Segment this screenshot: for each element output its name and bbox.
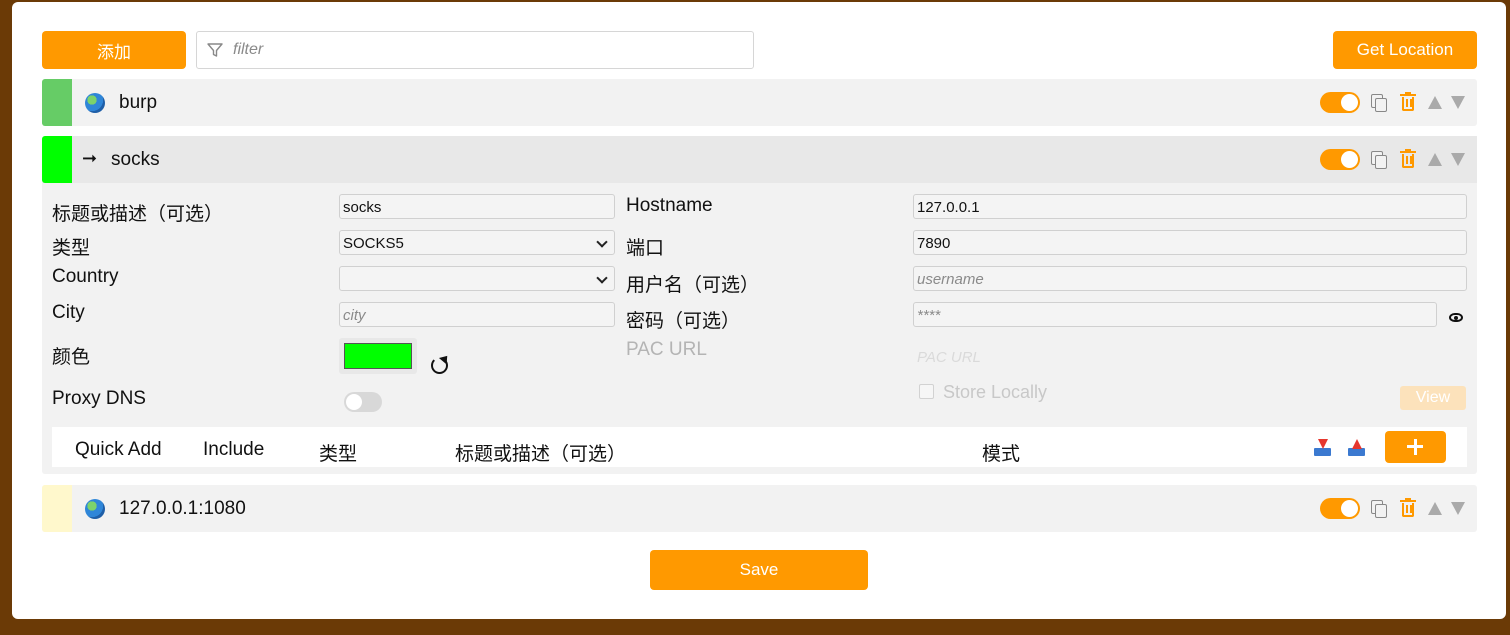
proxy-controls — [1320, 92, 1465, 113]
port-label: 端口 — [626, 238, 665, 259]
arrow-right-icon: ➞ — [82, 148, 98, 168]
title-label: 标题或描述（可选） — [52, 204, 224, 225]
duplicate-icon[interactable] — [1371, 94, 1387, 112]
eye-icon[interactable] — [1449, 313, 1463, 322]
save-button[interactable]: Save — [650, 550, 868, 590]
hostname-input[interactable]: 127.0.0.1 — [913, 194, 1467, 219]
city-label: City — [52, 302, 85, 323]
move-down-icon[interactable] — [1451, 96, 1465, 109]
color-label: 颜色 — [52, 347, 91, 368]
country-label: Country — [52, 266, 119, 287]
filter-box — [196, 31, 754, 69]
proxy-row-localhost: 127.0.0.1:1080 — [42, 485, 1477, 532]
type-label: 类型 — [52, 238, 91, 259]
export-icon[interactable] — [1348, 439, 1365, 456]
globe-icon — [85, 499, 105, 519]
proxy-controls — [1320, 498, 1465, 519]
options-panel: 添加 Get Location burp ➞ socks — [12, 2, 1506, 619]
proxy-dns-toggle[interactable] — [344, 392, 382, 412]
proxy-dns-label: Proxy DNS — [52, 388, 146, 409]
username-label: 用户名（可选） — [626, 275, 760, 296]
proxy-title: burp — [119, 92, 158, 113]
move-up-icon[interactable] — [1428, 153, 1442, 166]
enable-toggle[interactable] — [1320, 149, 1360, 170]
trash-icon[interactable] — [1400, 149, 1416, 169]
hostname-label: Hostname — [626, 195, 713, 216]
password-input[interactable]: **** — [913, 302, 1437, 327]
port-input[interactable]: 7890 — [913, 230, 1467, 255]
enable-toggle[interactable] — [1320, 498, 1360, 519]
patterns-header: Quick Add Include 类型 标题或描述（可选） 模式 — [52, 427, 1467, 467]
proxy-row-header[interactable]: ➞ socks — [42, 136, 1477, 183]
enable-toggle[interactable] — [1320, 92, 1360, 113]
type-select[interactable]: SOCKS5 — [339, 230, 615, 255]
pac-url-input[interactable]: PAC URL — [917, 349, 981, 366]
color-picker[interactable] — [339, 338, 417, 374]
proxy-title: socks — [111, 149, 160, 170]
add-proxy-button[interactable]: 添加 — [42, 31, 186, 69]
store-locally-checkbox[interactable] — [919, 384, 934, 399]
proxy-row-header[interactable]: 127.0.0.1:1080 — [42, 485, 1477, 532]
trash-icon[interactable] — [1400, 92, 1416, 112]
username-input[interactable]: username — [913, 266, 1467, 291]
get-location-button[interactable]: Get Location — [1333, 31, 1477, 69]
refresh-icon[interactable] — [431, 357, 448, 374]
header-include: Include — [203, 439, 265, 460]
duplicate-icon[interactable] — [1371, 151, 1387, 169]
move-up-icon[interactable] — [1428, 96, 1442, 109]
header-pattern: 模式 — [982, 444, 1021, 465]
city-input[interactable]: city — [339, 302, 615, 327]
country-select[interactable] — [339, 266, 615, 291]
proxy-row-header[interactable]: burp — [42, 79, 1477, 126]
import-icon[interactable] — [1314, 439, 1331, 456]
proxy-title: 127.0.0.1:1080 — [119, 498, 246, 519]
duplicate-icon[interactable] — [1371, 500, 1387, 518]
globe-icon — [85, 93, 105, 113]
pac-url-label: PAC URL — [626, 339, 707, 360]
proxy-row-burp: burp — [42, 79, 1477, 126]
move-down-icon[interactable] — [1451, 502, 1465, 515]
password-label: 密码（可选） — [626, 311, 741, 332]
filter-input[interactable] — [231, 40, 711, 60]
store-locally-label: Store Locally — [943, 382, 1048, 402]
proxy-controls — [1320, 149, 1465, 170]
header-type: 类型 — [319, 444, 358, 465]
add-pattern-button[interactable] — [1385, 431, 1446, 463]
trash-icon[interactable] — [1400, 498, 1416, 518]
title-input[interactable]: socks — [339, 194, 615, 219]
proxy-row-socks: ➞ socks 标题或描述（可选） socks 类型 SOCKS5 Countr… — [42, 136, 1477, 474]
move-up-icon[interactable] — [1428, 502, 1442, 515]
header-title: 标题或描述（可选） — [455, 444, 627, 465]
header-quick-add: Quick Add — [75, 439, 162, 460]
filter-icon — [207, 43, 223, 57]
view-button[interactable]: View — [1400, 386, 1466, 410]
move-down-icon[interactable] — [1451, 153, 1465, 166]
